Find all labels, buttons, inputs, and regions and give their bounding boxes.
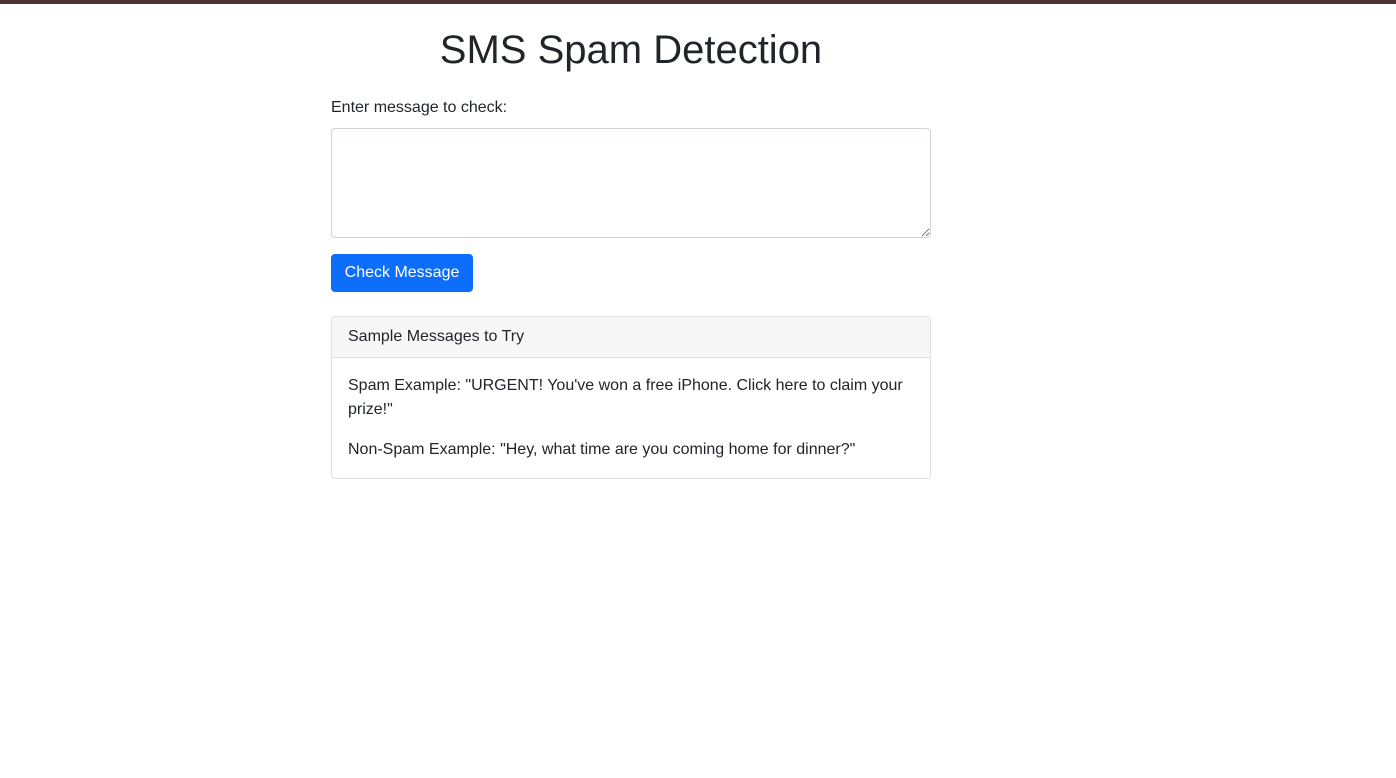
sample-messages-body: Spam Example: "URGENT! You've won a free… bbox=[332, 358, 930, 462]
check-message-button[interactable]: Check Message bbox=[331, 254, 473, 292]
sample-messages-header: Sample Messages to Try bbox=[332, 317, 930, 358]
spam-example: Spam Example: "URGENT! You've won a free… bbox=[348, 377, 903, 418]
top-accent-bar bbox=[0, 0, 1396, 4]
message-input[interactable] bbox=[331, 128, 931, 238]
message-label: Enter message to check: bbox=[331, 99, 508, 116]
page-title: SMS Spam Detection bbox=[439, 28, 823, 72]
sample-messages-card: Sample Messages to Try Spam Example: "UR… bbox=[331, 316, 931, 479]
non-spam-example: Non-Spam Example: "Hey, what time are yo… bbox=[348, 441, 856, 458]
